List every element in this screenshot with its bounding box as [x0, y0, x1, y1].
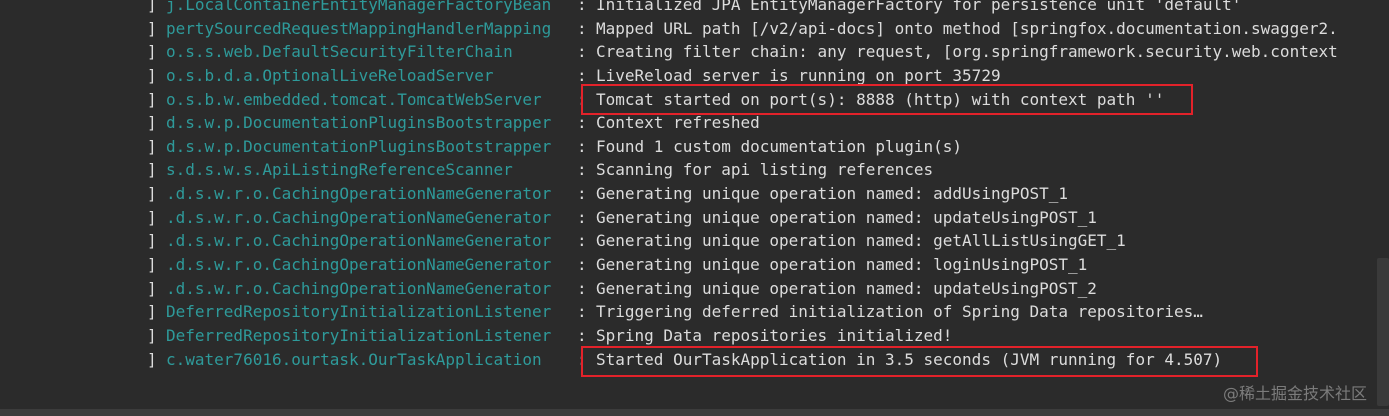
log-line: restartedMain ] DeferredRepositoryInitia… [0, 324, 952, 348]
scrollbar-thumb[interactable] [1377, 258, 1389, 406]
log-message: Tomcat started on port(s): 8888 (http) w… [596, 89, 1165, 109]
log-line: restartedMain ] .d.s.w.r.o.CachingOperat… [0, 229, 1126, 253]
log-line: restartedMain ] pertySourcedRequestMappi… [0, 17, 1338, 41]
vertical-scrollbar[interactable] [1377, 0, 1389, 416]
separator: : [577, 113, 587, 133]
log-line: restartedMain ] d.s.w.p.DocumentationPlu… [0, 111, 760, 135]
log-message: Spring Data repositories initialized! [596, 325, 953, 345]
separator: : [577, 278, 587, 298]
log-logger: .d.s.w.r.o.CachingOperationNameGenerator [166, 207, 552, 227]
bracket: ] [147, 278, 157, 298]
log-logger: .d.s.w.r.o.CachingOperationNameGenerator [166, 278, 552, 298]
console-output: task-1 ] j.LocalContainerEntityManagerFa… [0, 0, 1389, 416]
watermark: @稀土掘金技术社区 [1222, 384, 1367, 403]
log-message: Scanning for api listing references [596, 160, 934, 180]
log-line: restartedMain ] DeferredRepositoryInitia… [0, 300, 1203, 324]
bracket: ] [147, 160, 157, 180]
log-line: restartedMain ] s.d.s.w.s.ApiListingRefe… [0, 158, 933, 182]
log-logger: j.LocalContainerEntityManagerFactoryBean [166, 0, 552, 14]
separator: : [577, 349, 587, 369]
log-line: restartedMain ] d.s.w.p.DocumentationPlu… [0, 135, 962, 159]
log-message: Started OurTaskApplication in 3.5 second… [596, 349, 1223, 369]
bracket: ] [147, 18, 157, 38]
separator: : [577, 207, 587, 227]
log-line: restartedMain ] o.s.s.web.DefaultSecurit… [0, 40, 1338, 64]
bracket: ] [147, 184, 157, 204]
separator: : [577, 42, 587, 62]
separator: : [577, 231, 587, 251]
bracket: ] [147, 255, 157, 275]
bracket: ] [147, 207, 157, 227]
bracket: ] [147, 349, 157, 369]
log-line: restartedMain ] .d.s.w.r.o.CachingOperat… [0, 182, 1068, 206]
log-logger: DeferredRepositoryInitializationListener [166, 325, 552, 345]
log-line: restartedMain ] o.s.b.d.a.OptionalLiveRe… [0, 64, 1001, 88]
log-message: Generating unique operation named: updat… [596, 207, 1097, 227]
bracket: ] [147, 89, 157, 109]
bracket: ] [147, 42, 157, 62]
log-logger: o.s.s.web.DefaultSecurityFilterChain [166, 42, 513, 62]
horizontal-scrollbar[interactable] [0, 409, 1389, 416]
log-line: restartedMain ] .d.s.w.r.o.CachingOperat… [0, 206, 1097, 230]
bracket: ] [147, 0, 157, 14]
log-logger: o.s.b.d.a.OptionalLiveReloadServer [166, 65, 494, 85]
log-message: Found 1 custom documentation plugin(s) [596, 136, 963, 156]
log-message: Initialized JPA EntityManagerFactory for… [596, 0, 1242, 14]
log-message: Generating unique operation named: updat… [596, 278, 1097, 298]
separator: : [577, 160, 587, 180]
log-line: restartedMain ] o.s.b.w.embedded.tomcat.… [0, 88, 1164, 112]
log-message: Triggering deferred initialization of Sp… [596, 302, 1203, 322]
bracket: ] [147, 136, 157, 156]
log-message: Context refreshed [596, 113, 760, 133]
log-message: Generating unique operation named: addUs… [596, 184, 1069, 204]
log-message: Generating unique operation named: login… [596, 255, 1088, 275]
log-logger: d.s.w.p.DocumentationPluginsBootstrapper [166, 113, 552, 133]
bracket: ] [147, 113, 157, 133]
separator: : [577, 184, 587, 204]
log-logger: pertySourcedRequestMappingHandlerMapping [166, 18, 552, 38]
log-logger: .d.s.w.r.o.CachingOperationNameGenerator [166, 184, 552, 204]
log-line: restartedMain ] .d.s.w.r.o.CachingOperat… [0, 277, 1097, 301]
log-logger: c.water76016.ourtask.OurTaskApplication [166, 349, 542, 369]
log-logger: .d.s.w.r.o.CachingOperationNameGenerator [166, 255, 552, 275]
separator: : [577, 136, 587, 156]
log-logger: o.s.b.w.embedded.tomcat.TomcatWebServer [166, 89, 542, 109]
log-line: task-1 ] j.LocalContainerEntityManagerFa… [0, 0, 1241, 17]
log-message: LiveReload server is running on port 357… [596, 65, 1001, 85]
log-logger: d.s.w.p.DocumentationPluginsBootstrapper [166, 136, 552, 156]
log-logger: .d.s.w.r.o.CachingOperationNameGenerator [166, 231, 552, 251]
separator: : [577, 65, 587, 85]
bracket: ] [147, 325, 157, 345]
bracket: ] [147, 231, 157, 251]
log-line: restartedMain ] c.water76016.ourtask.Our… [0, 348, 1222, 372]
log-lines: task-1 ] j.LocalContainerEntityManagerFa… [0, 0, 1338, 372]
separator: : [577, 0, 587, 14]
separator: : [577, 89, 587, 109]
separator: : [577, 325, 587, 345]
separator: : [577, 255, 587, 275]
log-logger: DeferredRepositoryInitializationListener [166, 302, 552, 322]
log-message: Creating filter chain: any request, [org… [596, 42, 1338, 62]
separator: : [577, 302, 587, 322]
log-message: Mapped URL path [/v2/api-docs] onto meth… [596, 18, 1338, 38]
separator: : [577, 18, 587, 38]
log-line: restartedMain ] .d.s.w.r.o.CachingOperat… [0, 253, 1087, 277]
log-logger: s.d.s.w.s.ApiListingReferenceScanner [166, 160, 513, 180]
bracket: ] [147, 65, 157, 85]
bracket: ] [147, 302, 157, 322]
log-message: Generating unique operation named: getAl… [596, 231, 1126, 251]
